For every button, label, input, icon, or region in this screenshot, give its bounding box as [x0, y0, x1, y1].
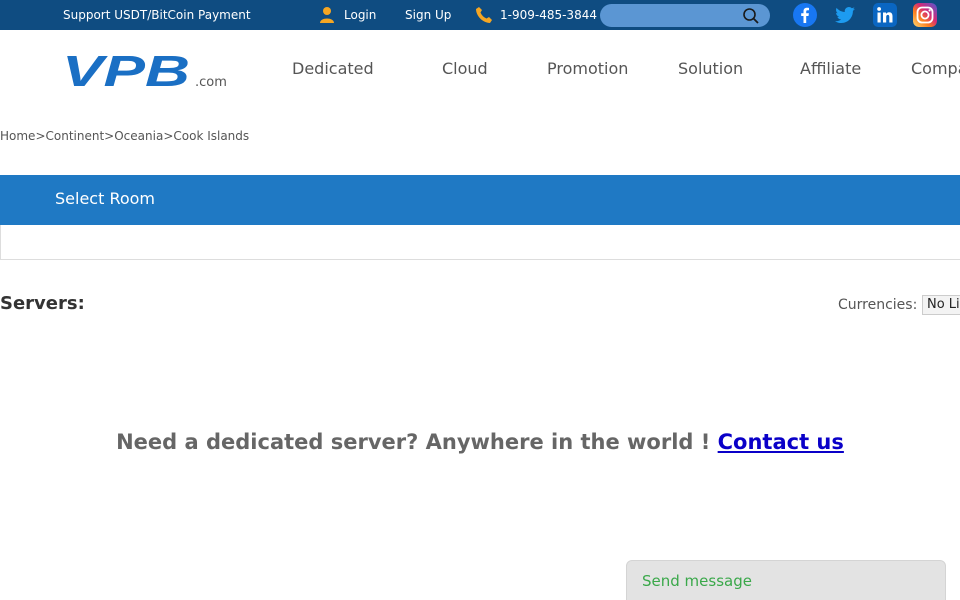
breadcrumb-separator: >: [163, 129, 174, 143]
contact-cta: Need a dedicated server? Anywhere in the…: [0, 430, 960, 454]
site-header: VPB .com Dedicated Cloud Promotion Solut…: [0, 30, 960, 110]
send-message-widget[interactable]: Send message: [626, 560, 946, 600]
select-room-bar[interactable]: Select Room: [0, 175, 960, 225]
cta-text: Need a dedicated server? Anywhere in the…: [116, 430, 718, 454]
top-bar: Support USDT/BitCoin Payment Login Sign …: [0, 0, 960, 30]
room-list-panel: [0, 225, 960, 260]
breadcrumb: Home>Continent>Oceania>Cook Islands: [0, 129, 249, 143]
search-box: [600, 4, 770, 27]
facebook-icon[interactable]: [793, 3, 817, 27]
search-input[interactable]: [610, 7, 740, 24]
site-logo[interactable]: VPB .com: [62, 50, 227, 92]
breadcrumb-continent[interactable]: Continent: [46, 129, 105, 143]
nav-solution[interactable]: Solution: [678, 59, 743, 78]
nav-promotion[interactable]: Promotion: [547, 59, 628, 78]
logo-suffix: .com: [195, 75, 227, 90]
linkedin-icon[interactable]: [873, 3, 897, 27]
breadcrumb-separator: >: [104, 129, 115, 143]
breadcrumb-oceania[interactable]: Oceania: [114, 129, 163, 143]
twitter-icon[interactable]: [833, 3, 857, 27]
select-room-label: Select Room: [55, 189, 156, 208]
nav-affiliate[interactable]: Affiliate: [800, 59, 861, 78]
breadcrumb-separator: >: [35, 129, 46, 143]
currency-select[interactable]: No Limit: [922, 295, 960, 315]
search-icon[interactable]: [742, 7, 760, 25]
phone-number: 1-909-485-3844: [500, 8, 597, 22]
phone-icon: [476, 7, 492, 23]
currencies-label: Currencies:: [838, 297, 918, 313]
login-link[interactable]: Login: [344, 0, 376, 30]
nav-cloud[interactable]: Cloud: [442, 59, 488, 78]
servers-heading: Servers:: [0, 293, 85, 314]
payment-support-text: Support USDT/BitCoin Payment: [63, 8, 251, 22]
nav-company[interactable]: Company: [911, 59, 960, 78]
contact-us-link[interactable]: Contact us: [718, 430, 844, 454]
logo-wordmark: VPB: [62, 50, 190, 92]
instagram-icon[interactable]: [913, 3, 937, 27]
breadcrumb-current: Cook Islands: [173, 129, 250, 143]
nav-dedicated[interactable]: Dedicated: [292, 59, 374, 78]
send-message-label: Send message: [642, 572, 752, 590]
user-icon: [320, 7, 334, 23]
breadcrumb-home[interactable]: Home: [0, 129, 35, 143]
signup-link[interactable]: Sign Up: [405, 0, 451, 30]
